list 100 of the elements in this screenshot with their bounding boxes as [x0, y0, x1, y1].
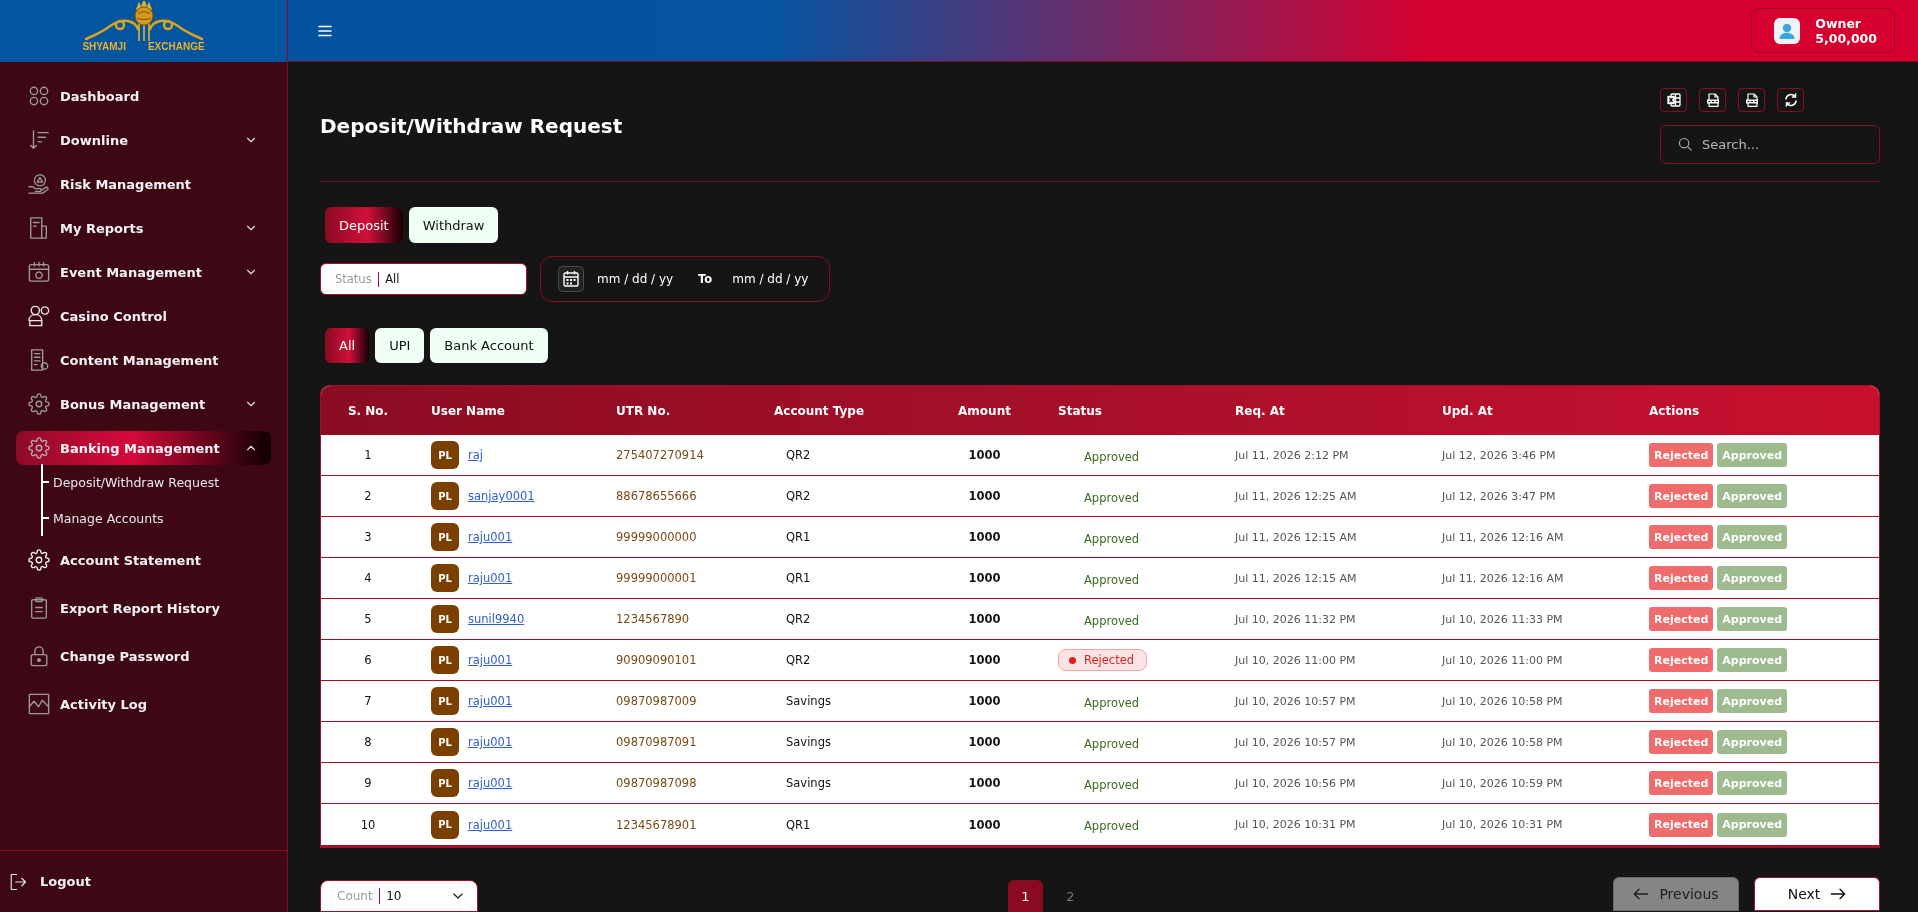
- menu-icon[interactable]: [318, 24, 332, 37]
- table-cell-text: 1234567890: [616, 612, 691, 626]
- table-cell-text: QR2: [785, 653, 812, 667]
- user-avatar: PL: [431, 769, 459, 797]
- username-link[interactable]: raj: [468, 448, 483, 462]
- table-cell: 5: [364, 612, 372, 626]
- sidebar-item[interactable]: Change Password: [16, 639, 271, 673]
- calendar-icon[interactable]: [558, 266, 584, 292]
- column-header: User Name: [430, 403, 506, 418]
- status-select[interactable]: Status All: [320, 263, 527, 295]
- user-avatar: PL: [431, 687, 459, 715]
- table-cell-text: Savings: [785, 694, 832, 708]
- toolbar-button[interactable]: [1777, 88, 1804, 112]
- status-text: Approved: [1084, 490, 1140, 505]
- table-cell-text: Jul 11, 2026 12:16 AM: [1440, 571, 1565, 585]
- username-link[interactable]: raju001: [468, 776, 513, 790]
- table-cell: 6: [364, 653, 372, 667]
- table-cell-text: QR2: [785, 489, 812, 503]
- submenu-item[interactable]: Manage Accounts: [43, 500, 164, 536]
- account-button[interactable]: Owner 5,00,000: [1751, 8, 1895, 53]
- username-link[interactable]: raju001: [468, 571, 513, 585]
- calendar-icon: [28, 261, 50, 283]
- table-cell-text: Jul 10, 2026 10:31 PM: [1233, 818, 1357, 831]
- date-input[interactable]: mm / dd / yy: [732, 272, 821, 286]
- sidebar-item[interactable]: Dashboard: [16, 79, 271, 113]
- sidebar-item[interactable]: Export Report History: [16, 591, 271, 625]
- username-link[interactable]: raju001: [468, 817, 513, 832]
- table-cell: 9: [364, 776, 372, 790]
- count-select[interactable]: Count 10: [320, 880, 478, 912]
- sidebar-item[interactable]: Risk Management: [16, 167, 271, 201]
- filter-tab[interactable]: All: [325, 328, 370, 363]
- table-cell-text: Jul 11, 2026 12:16 AM: [1440, 530, 1565, 544]
- sidebar-item[interactable]: Downline: [16, 123, 271, 157]
- table-cell-text: Jul 10, 2026 11:00 PM: [1440, 653, 1564, 667]
- status-text: Approved: [1084, 613, 1140, 628]
- page-button[interactable]: 1: [1008, 880, 1043, 912]
- table-cell: 7: [364, 694, 372, 708]
- date-input[interactable]: mm / dd / yy: [597, 272, 685, 286]
- date-range-separator: To: [698, 272, 713, 286]
- table-cell: 1000: [968, 612, 1001, 626]
- logout-button[interactable]: Logout: [9, 872, 91, 891]
- username-link[interactable]: raju001: [468, 653, 513, 667]
- submenu-item[interactable]: Deposit/Withdraw Request: [43, 464, 220, 500]
- sidebar-item[interactable]: My Reports: [16, 211, 271, 245]
- refresh-icon: [1783, 93, 1798, 107]
- sidebar-item[interactable]: Bonus Management: [16, 387, 271, 421]
- user-avatar: PL: [431, 728, 459, 756]
- sidebar-item[interactable]: Event Management: [16, 255, 271, 289]
- username-link[interactable]: raju001: [468, 530, 513, 544]
- sidebar-item[interactable]: Casino Control: [16, 299, 271, 333]
- spreadsheet-icon: [1666, 93, 1681, 107]
- table-cell: 4: [364, 571, 372, 585]
- status-dot-icon: [1069, 656, 1076, 664]
- logo-text: EXCHANGE: [147, 41, 205, 52]
- user-avatar-icon: [1774, 17, 1801, 44]
- user-avatar: PL: [431, 441, 459, 469]
- table-cell-text: Jul 10, 2026 11:00 PM: [1233, 653, 1357, 667]
- next-button[interactable]: Next: [1754, 877, 1880, 911]
- table-cell-text: 99999000000: [616, 530, 698, 544]
- user-avatar: PL: [431, 564, 459, 592]
- filter-tab[interactable]: Bank Account: [430, 328, 548, 363]
- sidebar-item[interactable]: Banking Management: [16, 431, 271, 465]
- page-button[interactable]: 2: [1053, 880, 1088, 912]
- table-cell: 1000: [968, 694, 1001, 708]
- table-cell-text: 09870987091: [616, 735, 698, 749]
- user-avatar: PL: [431, 646, 459, 674]
- table-cell: 1000: [968, 571, 1001, 585]
- person-gear-icon: [28, 305, 50, 327]
- user-role: Owner: [1815, 15, 1862, 31]
- toolbar-button[interactable]: [1660, 88, 1687, 112]
- table-cell-text: Jul 10, 2026 10:57 PM: [1233, 735, 1357, 749]
- status-text: Approved: [1084, 695, 1140, 710]
- page-title: Deposit/Withdraw Request: [320, 114, 623, 138]
- column-header: Upd. At: [1441, 403, 1494, 418]
- filter-tab[interactable]: Deposit: [325, 207, 403, 243]
- sidebar-item[interactable]: Account Statement: [16, 543, 271, 577]
- status-text: Approved: [1084, 819, 1140, 833]
- username-link[interactable]: sanjay0001: [468, 489, 535, 503]
- username-link[interactable]: raju001: [468, 694, 513, 708]
- chart-icon: [28, 693, 50, 715]
- search-field[interactable]: Search...: [1660, 125, 1880, 164]
- file-icon: [1705, 93, 1720, 107]
- sidebar-item[interactable]: Activity Log: [16, 687, 271, 721]
- toolbar-button[interactable]: [1699, 88, 1726, 112]
- table-cell-text: Jul 12, 2026 3:46 PM: [1440, 448, 1557, 462]
- table-cell-text: Jul 10, 2026 10:58 PM: [1440, 694, 1564, 708]
- table-cell: 1000: [968, 817, 1001, 832]
- search-icon: [1678, 137, 1692, 151]
- filter-tab[interactable]: UPI: [375, 328, 425, 363]
- filter-tab[interactable]: Withdraw: [408, 207, 499, 243]
- table-cell-text: Jul 10, 2026 10:59 PM: [1440, 776, 1564, 790]
- table-cell: 10: [360, 817, 376, 832]
- toolbar-button[interactable]: [1738, 88, 1765, 112]
- username-link[interactable]: raju001: [468, 735, 513, 749]
- table-cell-text: Jul 10, 2026 10:56 PM: [1233, 776, 1357, 790]
- username-link[interactable]: sunil9940: [468, 612, 525, 626]
- status-text: Approved: [1084, 736, 1140, 751]
- sidebar-item[interactable]: Content Management: [16, 343, 271, 377]
- sort-icon: [28, 129, 50, 151]
- table-cell: 1000: [968, 530, 1001, 544]
